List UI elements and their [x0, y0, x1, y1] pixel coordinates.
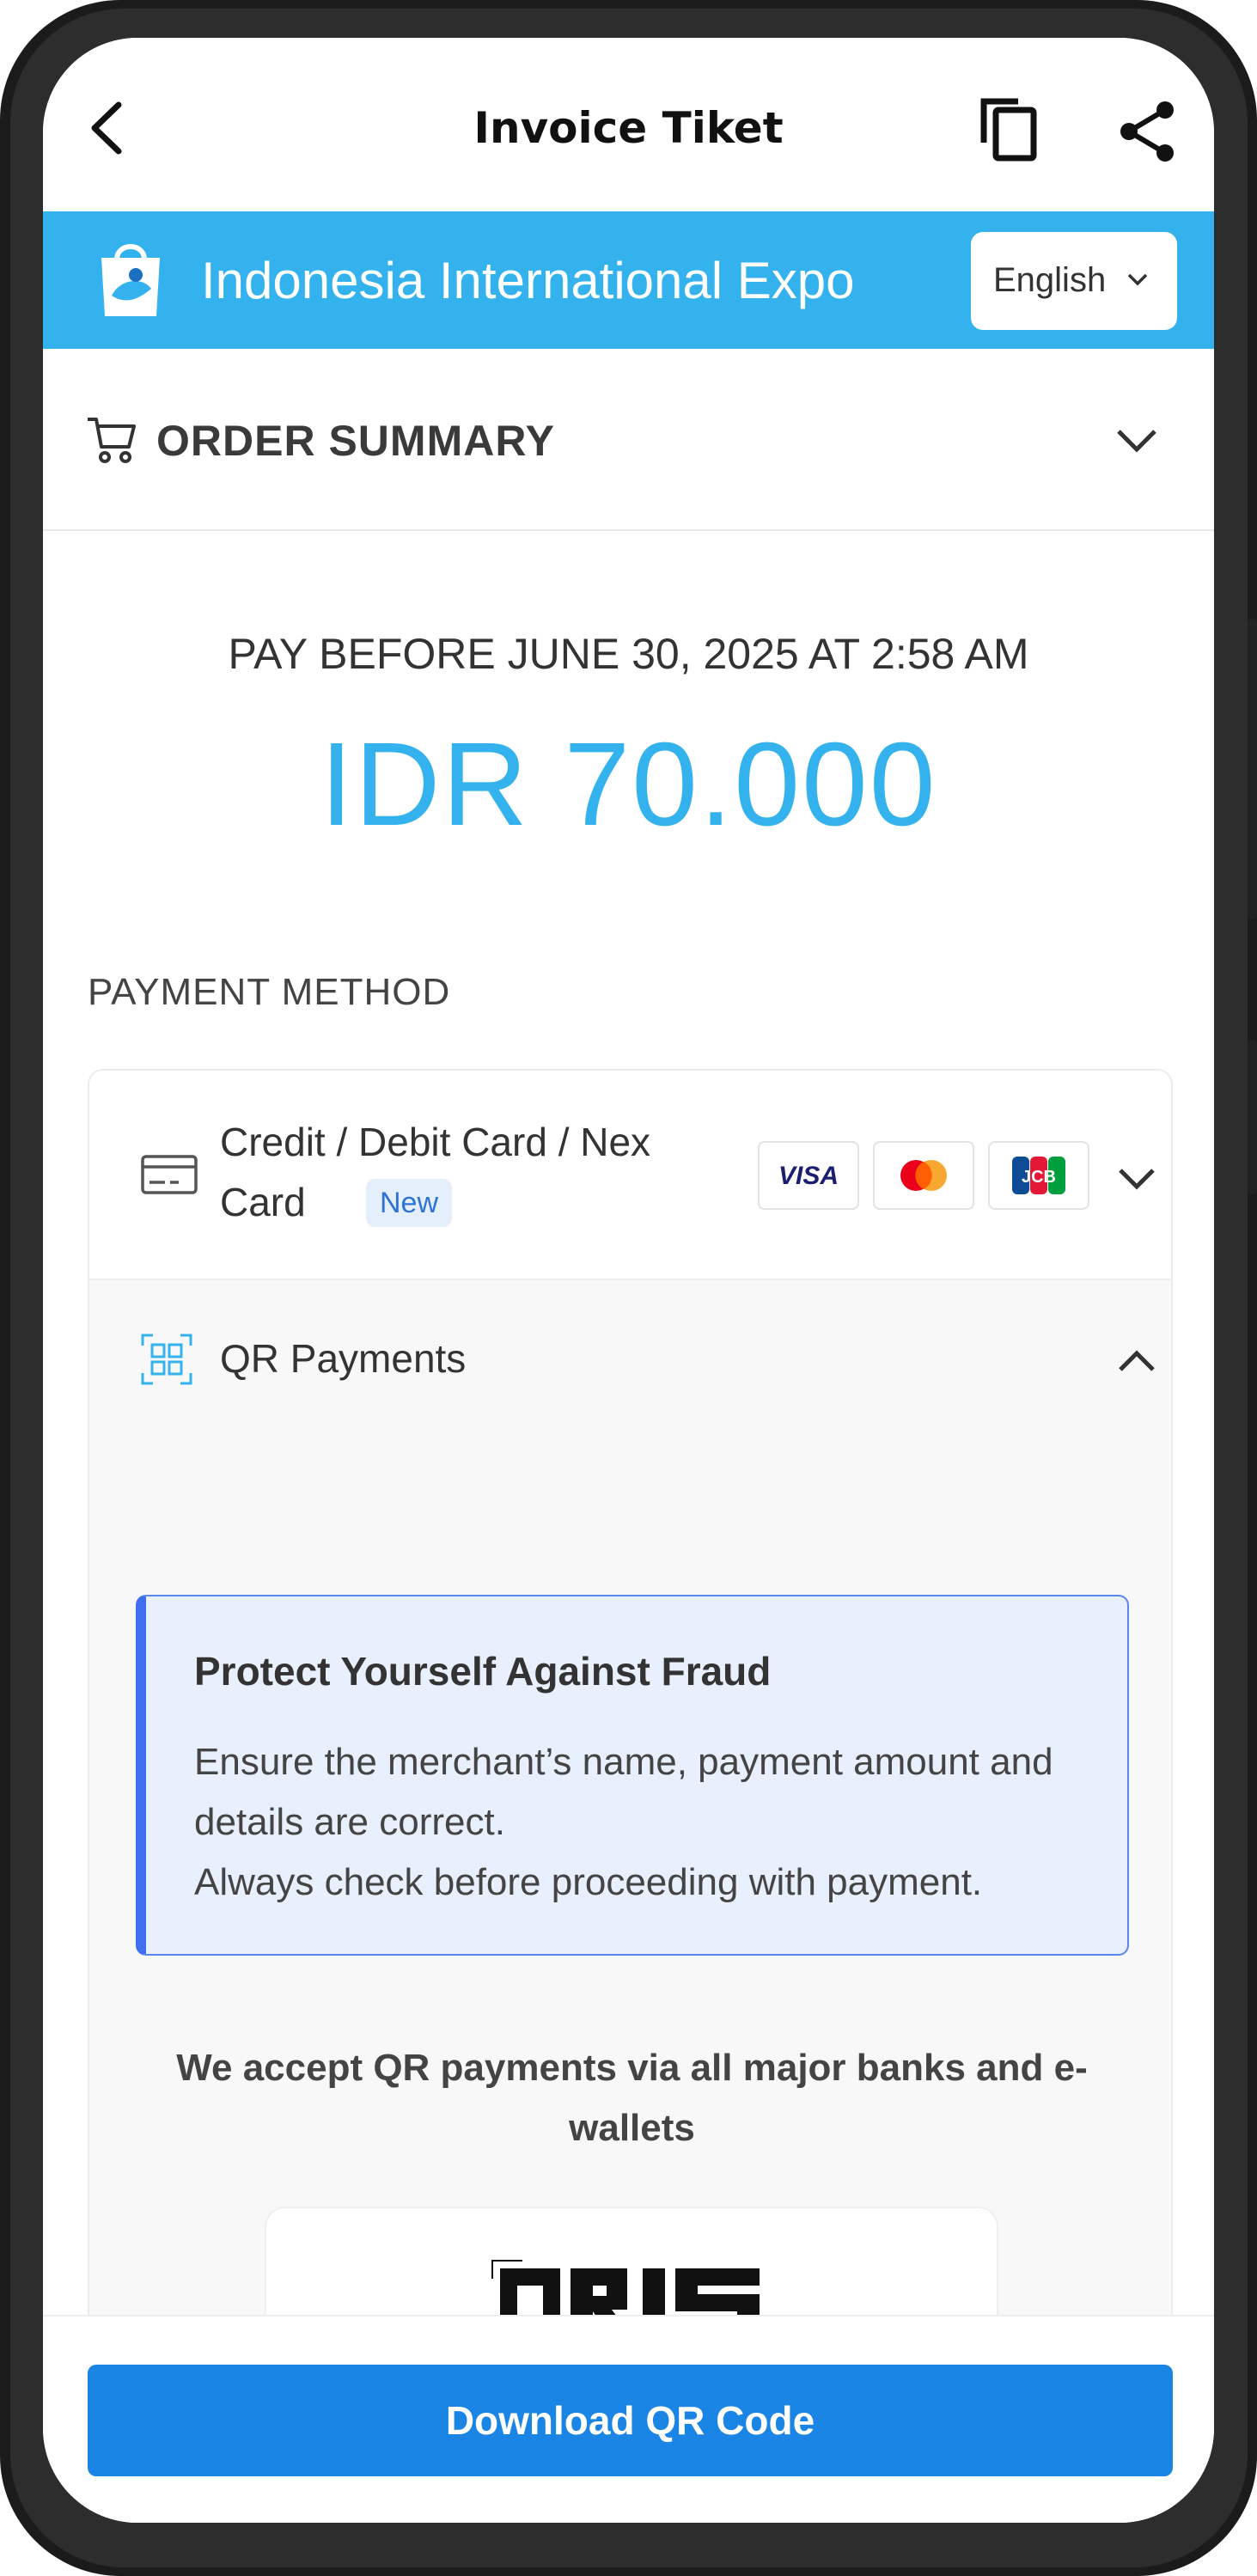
- qr-method-label[interactable]: QR Payments: [220, 1335, 466, 1382]
- fraud-warning-line2: Always check before proceeding with paym…: [194, 1861, 983, 1903]
- event-header: Indonesia International Expo English: [43, 211, 1214, 349]
- chevron-down-icon: [1127, 273, 1148, 286]
- screen: Invoice Tiket Indonesia International Ex…: [43, 38, 1214, 2523]
- jcb-logo-text: JCB: [1022, 1168, 1056, 1187]
- order-summary-label: ORDER SUMMARY: [156, 417, 555, 465]
- event-name: Indonesia International Expo: [201, 252, 855, 309]
- phone-frame: Invoice Tiket Indonesia International Ex…: [0, 0, 1257, 2576]
- payment-method-label: PAYMENT METHOD: [88, 971, 451, 1013]
- payment-method-list: Credit / Debit Card / Nex Card New VISA: [88, 1069, 1173, 2523]
- power-button: [1248, 1040, 1257, 1194]
- volume-button: [1248, 619, 1257, 919]
- payment-deadline: PAY BEFORE JUNE 30, 2025 AT 2:58 AM: [228, 630, 1029, 678]
- bottom-action-bar: Download QR Code: [43, 2315, 1214, 2523]
- chevron-up-icon[interactable]: [1117, 1349, 1156, 1373]
- chevron-down-icon: [1117, 430, 1156, 453]
- shopping-bag-logo-icon: [101, 244, 160, 316]
- fraud-warning-title: Protect Yourself Against Fraud: [194, 1649, 772, 1694]
- language-selector[interactable]: English: [971, 232, 1177, 330]
- mastercard-logo-icon: [873, 1141, 974, 1210]
- share-icon[interactable]: [1117, 100, 1181, 163]
- app-bar: Invoice Tiket: [43, 38, 1214, 211]
- copy-icon[interactable]: [975, 95, 1044, 163]
- credit-card-icon: [141, 1155, 198, 1194]
- qr-scan-icon[interactable]: [141, 1334, 192, 1385]
- card-method-label: Credit / Debit Card / Nex: [220, 1120, 651, 1164]
- fraud-warning-line1: Ensure the merchant’s name, payment amou…: [194, 1741, 1053, 1843]
- payment-amount: IDR 70.000: [320, 718, 937, 851]
- new-badge: New: [366, 1179, 453, 1227]
- payment-method-card[interactable]: Credit / Debit Card / Nex Card New VISA: [89, 1071, 1171, 1280]
- order-summary-toggle[interactable]: ORDER SUMMARY: [43, 349, 1214, 531]
- fraud-warning: Protect Yourself Against Fraud Ensure th…: [136, 1595, 1129, 1956]
- qr-accept-text: We accept QR payments via all major bank…: [176, 2047, 1088, 2149]
- download-qr-button[interactable]: Download QR Code: [88, 2365, 1173, 2476]
- cart-icon: [88, 418, 136, 463]
- fraud-warning-text: Ensure the merchant’s name, payment amou…: [194, 1732, 1122, 1913]
- visa-logo-text: VISA: [778, 1162, 839, 1190]
- chevron-down-icon: [1119, 1169, 1155, 1190]
- jcb-logo-icon: JCB: [988, 1141, 1089, 1210]
- visa-logo-icon: VISA: [758, 1141, 859, 1210]
- card-method-label-line2: Card: [220, 1180, 306, 1224]
- language-label: English: [993, 261, 1107, 299]
